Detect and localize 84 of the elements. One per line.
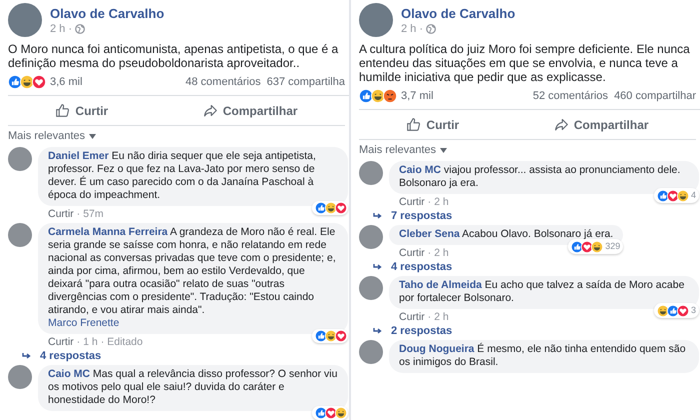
comment-time: · 1 h: [76, 336, 98, 348]
sort-label[interactable]: Mais relevantes: [8, 130, 86, 142]
avatar-placeholder: [8, 3, 42, 37]
comment-text: Carmela Manna Ferreira A grandeza de Moro não é real. Ele seria grande se saísse com honra, e não relatando em rede nacional as conversas privadas que teve com o presidente; e, ainda por cima, afirmou, bem ao estilo Verdevaldo, que deixará "para outra ocasião" relato de suas "outras divergências com o presidente". Tradução: "Estou caindo atirando, e vou atirar mais ainda".: [48, 226, 336, 316]
avatar-placeholder: [359, 225, 383, 249]
shares-count[interactable]: 637 compartilha: [266, 76, 345, 88]
post-time: 2 h ·: [50, 22, 72, 34]
reaction-count[interactable]: 3,7 mil: [401, 90, 434, 102]
comment-time: · 2 h: [428, 311, 449, 323]
post-time: 2 h ·: [401, 22, 424, 34]
replies-link[interactable]: 7 respostas: [359, 208, 700, 222]
post-text: A cultura política do juiz Moro foi sempre deficiente. Ele nunca entendeu das situações em que se envolvia, e nunca teve a humilde iniciativa que pedir que as explicasse.: [359, 42, 691, 84]
avatar-placeholder: [359, 276, 383, 300]
reply-arrow-icon: [373, 212, 383, 220]
caret-icon[interactable]: [89, 134, 96, 138]
heart-reaction-icon: [676, 304, 689, 316]
reply-arrow-icon: [373, 264, 383, 270]
thumbs-up-icon: [55, 103, 70, 118]
replies-link[interactable]: 4 respostas: [359, 259, 700, 273]
comment-like-link[interactable]: Curtir: [48, 208, 74, 220]
avatar-placeholder: [359, 3, 393, 37]
reaction-badge[interactable]: 4: [654, 188, 699, 203]
thumbs-up-icon: [406, 117, 422, 132]
commenter-name-link[interactable]: Taho de Almeida: [399, 279, 482, 291]
globe-icon: [75, 24, 86, 34]
share-arrow-icon: [202, 103, 218, 118]
reaction-badge[interactable]: [312, 201, 348, 215]
share-button[interactable]: Compartilhar: [196, 101, 304, 120]
commenter-name-link[interactable]: Doug Nogueira: [399, 343, 474, 355]
shares-count[interactable]: 460 compartilhar: [614, 90, 696, 102]
share-arrow-icon: [554, 117, 569, 132]
comment-time: · 2 h: [428, 196, 449, 208]
like-reaction-icon: [8, 75, 22, 89]
avatar-placeholder: [8, 223, 32, 247]
comment-like-link[interactable]: Curtir: [399, 247, 425, 259]
tagged-name-link[interactable]: Marco Frenette: [48, 317, 338, 330]
comment-like-link[interactable]: Curtir: [399, 311, 425, 323]
comment-like-link[interactable]: Curtir: [399, 196, 425, 208]
reaction-badge[interactable]: [312, 329, 348, 343]
angry-face-icon: [383, 89, 397, 103]
author-name[interactable]: Olavo de Carvalho: [50, 6, 164, 20]
post-text: O Moro nunca foi anticomunista, apenas antipetista, o que é a definição mesma do pseudoboldonarista aproveitador..: [8, 42, 340, 70]
comment-text: Taho de Almeida Eu acho que talvez a saída de Moro acabe por fortalecer Bolsonaro.: [399, 279, 684, 304]
sort-label[interactable]: Mais relevantes: [359, 144, 436, 156]
comment-text: Cleber Sena Acabou Olavo. Bolsonaro já era.: [399, 228, 614, 240]
comment-text: Doug Nogueira É mesmo, ele não tinha entendido quem são os inimigos do Brasil.: [399, 343, 686, 368]
reaction-badge[interactable]: 329: [568, 239, 624, 254]
reaction-badge[interactable]: 3: [654, 303, 699, 318]
globe-icon: [426, 24, 436, 34]
commenter-name-link[interactable]: Caio MC: [48, 368, 90, 380]
comment-like-link[interactable]: Curtir: [48, 336, 74, 348]
commenter-name-link[interactable]: Daniel Emer: [48, 150, 109, 162]
avatar-placeholder: [359, 161, 383, 185]
laughing-face-icon: [676, 190, 689, 202]
caret-icon[interactable]: [440, 148, 448, 152]
like-reaction-icon: [359, 89, 373, 103]
like-button[interactable]: Curtir: [400, 115, 466, 134]
comment-text: Daniel Emer Eu não diria sequer que ele seja antipetista, professor. Fez o que fez na Lava-Jato por mero senso de dever. É um caso parecido com o da Janaína Paschoal à época do impeachment.: [48, 150, 316, 201]
replies-link[interactable]: 4 respostas: [8, 348, 349, 362]
avatar-placeholder: [8, 365, 32, 389]
comments-count[interactable]: 52 comentários: [532, 90, 608, 102]
commenter-name-link[interactable]: Carmela Manna Ferreira: [48, 226, 168, 238]
laughing-face-icon: [371, 89, 385, 103]
like-button[interactable]: Curtir: [49, 101, 114, 120]
reaction-count[interactable]: 3,6 mil: [50, 76, 82, 88]
comment-text: Caio MC Mas qual a relevância disso professor? O senhor viu os motivos pelo qual ele saiu!? duvida do caráter e honestidade do Moro!?: [48, 368, 338, 406]
comment-text: Caio MC viajou professor... assista ao pronunciamento dele. Bolsonaro ja era.: [399, 164, 680, 189]
share-button[interactable]: Compartilhar: [548, 115, 655, 134]
commenter-name-link[interactable]: Cleber Sena: [399, 228, 460, 240]
comment-time: · 2 h: [428, 247, 449, 259]
laughing-face-icon: [20, 75, 34, 89]
avatar-placeholder: [359, 340, 383, 364]
avatar-placeholder: [8, 147, 32, 171]
edited-label: · Editado: [100, 336, 143, 348]
commenter-name-link[interactable]: Caio MC: [399, 164, 441, 176]
laughing-face-icon: [591, 240, 604, 252]
replies-link[interactable]: 2 respostas: [359, 323, 700, 337]
reply-arrow-icon: [373, 328, 383, 334]
comment-time: · 57m: [76, 208, 104, 220]
heart-reaction-icon: [32, 75, 46, 89]
comments-count[interactable]: 48 comentários: [186, 76, 261, 88]
reaction-badge[interactable]: [312, 406, 348, 420]
author-name[interactable]: Olavo de Carvalho: [401, 6, 516, 20]
reply-arrow-icon: [22, 352, 32, 360]
